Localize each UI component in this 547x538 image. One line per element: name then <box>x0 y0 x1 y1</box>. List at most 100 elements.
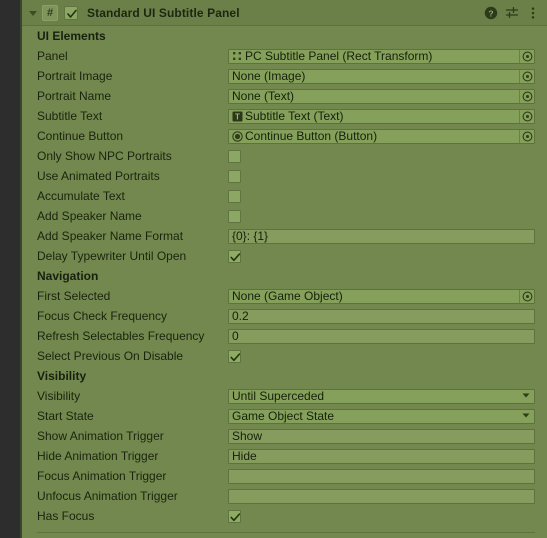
property-row: Focus Check Frequency 0.2 <box>22 306 547 326</box>
text-input-field[interactable]: Hide <box>228 448 535 464</box>
property-checkbox[interactable] <box>228 189 241 203</box>
property-row: Use Animated Portraits <box>22 166 547 186</box>
property-field: Show <box>228 428 547 444</box>
property-row: Continue Button Continue Button (Button) <box>22 126 547 146</box>
section-header: Visibility <box>37 369 87 383</box>
dropdown-field[interactable]: Until Superceded <box>228 388 535 404</box>
rect-transform-icon <box>231 50 243 62</box>
property-label: First Selected <box>37 289 111 303</box>
property-row: Panel PC Subtitle Panel (Rect Transform) <box>22 46 547 66</box>
property-label: Refresh Selectables Frequency <box>37 329 205 343</box>
object-picker-icon[interactable] <box>519 89 534 103</box>
property-label: Delay Typewriter Until Open <box>37 249 187 263</box>
chevron-down-icon <box>521 389 531 403</box>
object-picker-icon[interactable] <box>519 69 534 83</box>
property-field <box>228 349 547 363</box>
help-icon[interactable]: ? <box>483 5 499 21</box>
property-label: Show Animation Trigger <box>37 429 164 443</box>
property-label: Focus Check Frequency <box>37 309 168 323</box>
dropdown-value: Until Superceded <box>232 389 325 403</box>
property-field <box>228 169 547 183</box>
property-list: UI Elements Panel PC Subtitle Panel (Rect … <box>22 26 547 526</box>
preset-icon[interactable] <box>504 5 520 21</box>
property-label: Use Animated Portraits <box>37 169 160 183</box>
dropdown-field[interactable]: Game Object State <box>228 408 535 424</box>
object-reference-value: Continue Button (Button) <box>245 129 378 143</box>
text-component-icon: T <box>231 110 243 122</box>
property-row: Has Focus <box>22 506 547 526</box>
property-label: Has Focus <box>37 509 95 523</box>
property-row: Delay Typewriter Until Open <box>22 246 547 266</box>
property-field <box>228 189 547 203</box>
property-row: First Selected None (Game Object) <box>22 286 547 306</box>
component-header[interactable]: # Standard UI Subtitle Panel ? <box>22 0 547 26</box>
object-reference-field[interactable]: None (Text) <box>228 88 535 104</box>
object-reference-field[interactable]: None (Image) <box>228 68 535 84</box>
property-row: Portrait Name None (Text) <box>22 86 547 106</box>
property-field: Continue Button (Button) <box>228 128 547 144</box>
object-reference-field[interactable]: T Subtitle Text (Text) <box>228 108 535 124</box>
property-checkbox[interactable] <box>228 249 241 263</box>
object-picker-icon[interactable] <box>519 129 534 143</box>
property-row: Refresh Selectables Frequency 0 <box>22 326 547 346</box>
text-input-field[interactable]: Show <box>228 428 535 444</box>
button-component-icon <box>231 130 243 142</box>
property-field: 0.2 <box>228 308 547 324</box>
object-picker-icon[interactable] <box>519 289 534 303</box>
property-field <box>228 249 547 263</box>
object-reference-value: None (Game Object) <box>232 289 343 303</box>
object-reference-value: None (Image) <box>232 69 306 83</box>
text-input-field[interactable]: {0}: {1} <box>228 228 535 244</box>
property-row: Show Animation Trigger Show <box>22 426 547 446</box>
component-title: Standard UI Subtitle Panel <box>87 5 240 20</box>
property-row: Focus Animation Trigger <box>22 466 547 486</box>
property-label: Panel <box>37 49 68 63</box>
property-checkbox[interactable] <box>228 209 241 223</box>
property-label: Hide Animation Trigger <box>37 449 159 463</box>
property-checkbox[interactable] <box>228 169 241 183</box>
property-checkbox[interactable] <box>228 349 241 363</box>
text-input-field[interactable] <box>228 488 535 504</box>
property-row: Accumulate Text <box>22 186 547 206</box>
more-menu-icon[interactable] <box>525 5 541 21</box>
property-field <box>228 468 547 484</box>
property-checkbox[interactable] <box>228 149 241 163</box>
property-label: Focus Animation Trigger <box>37 469 167 483</box>
property-row: Add Speaker Name <box>22 206 547 226</box>
property-field <box>228 488 547 504</box>
property-label: Subtitle Text <box>37 109 103 123</box>
inspector-window: # Standard UI Subtitle Panel ? UI Elemen… <box>0 0 547 538</box>
property-label: Accumulate Text <box>37 189 125 203</box>
property-field: None (Game Object) <box>228 288 547 304</box>
object-picker-icon[interactable] <box>519 109 534 123</box>
section-header: UI Elements <box>37 29 106 43</box>
object-picker-icon[interactable] <box>519 49 534 63</box>
property-label: Portrait Image <box>37 69 113 83</box>
object-reference-field[interactable]: PC Subtitle Panel (Rect Transform) <box>228 48 535 64</box>
property-field: T Subtitle Text (Text) <box>228 108 547 124</box>
property-row: Subtitle Text T Subtitle Text (Text) <box>22 106 547 126</box>
property-checkbox[interactable] <box>228 509 241 523</box>
window-left-gutter <box>0 0 20 538</box>
property-label: Add Speaker Name Format <box>37 229 184 243</box>
property-field: {0}: {1} <box>228 228 547 244</box>
object-reference-field[interactable]: None (Game Object) <box>228 288 535 304</box>
property-label: Add Speaker Name <box>37 209 142 223</box>
property-row: Hide Animation Trigger Hide <box>22 446 547 466</box>
property-label: Only Show NPC Portraits <box>37 149 172 163</box>
component-enabled-checkbox[interactable] <box>64 5 78 20</box>
property-label: Select Previous On Disable <box>37 349 184 363</box>
chevron-down-icon <box>521 409 531 423</box>
object-reference-field[interactable]: Continue Button (Button) <box>228 128 535 144</box>
property-field: PC Subtitle Panel (Rect Transform) <box>228 48 547 64</box>
property-field: Game Object State <box>228 408 547 424</box>
object-reference-value: PC Subtitle Panel (Rect Transform) <box>245 49 433 63</box>
foldout-triangle-icon[interactable] <box>26 6 40 20</box>
text-input-field[interactable] <box>228 468 535 484</box>
text-input-field[interactable]: 0.2 <box>228 308 535 324</box>
property-row: Portrait Image None (Image) <box>22 66 547 86</box>
text-input-field[interactable]: 0 <box>228 328 535 344</box>
property-field: None (Text) <box>228 88 547 104</box>
property-row: Add Speaker Name Format {0}: {1} <box>22 226 547 246</box>
property-row: Only Show NPC Portraits <box>22 146 547 166</box>
